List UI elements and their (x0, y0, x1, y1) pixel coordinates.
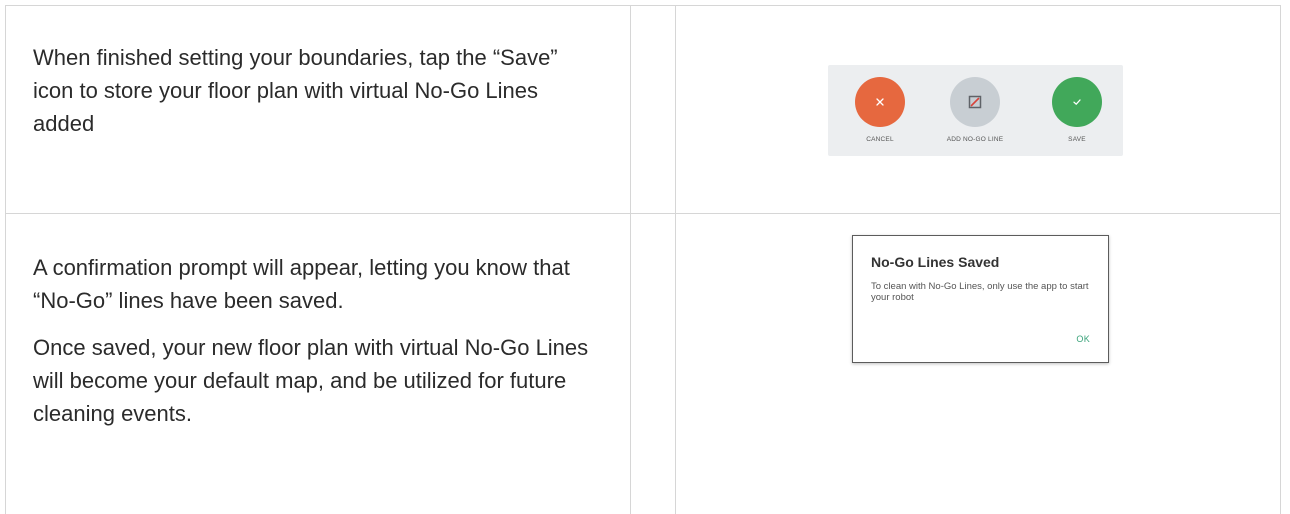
table-border-mid-2 (675, 5, 676, 514)
row-2-paragraph-2: Once saved, your new floor plan with vir… (33, 335, 589, 426)
confirmation-dialog-image: No-Go Lines Saved To clean with No-Go Li… (852, 235, 1109, 363)
row-2-instruction: A confirmation prompt will appear, letti… (33, 251, 593, 444)
add-no-go-line-label: ADD NO-GO LINE (946, 136, 1004, 143)
add-no-go-line-button[interactable] (950, 77, 1000, 127)
table-border-mid-1 (630, 5, 631, 514)
instruction-table: When finished setting your boundaries, t… (0, 0, 1290, 514)
table-row-divider (5, 213, 1281, 214)
check-icon (1073, 99, 1081, 105)
map-edit-toolbar-image: CANCEL ADD NO-GO LINE SAVE (828, 65, 1123, 156)
row-1-instruction: When finished setting your boundaries, t… (33, 41, 593, 154)
save-label: SAVE (1068, 136, 1086, 143)
cancel-button[interactable] (855, 77, 905, 127)
dialog-title: No-Go Lines Saved (871, 254, 1000, 270)
cancel-label: CANCEL (866, 136, 894, 143)
table-border-top (5, 5, 1281, 6)
no-go-line-icon (968, 95, 982, 109)
dialog-body: To clean with No-Go Lines, only use the … (871, 281, 1089, 303)
table-border-left (5, 5, 6, 514)
row-2-paragraph-1: A confirmation prompt will appear, letti… (33, 255, 570, 313)
dialog-ok-button[interactable]: OK (1076, 334, 1090, 344)
row-1-paragraph: When finished setting your boundaries, t… (33, 45, 558, 136)
table-border-right (1280, 5, 1281, 514)
save-button[interactable] (1052, 77, 1102, 127)
close-icon (876, 98, 884, 106)
